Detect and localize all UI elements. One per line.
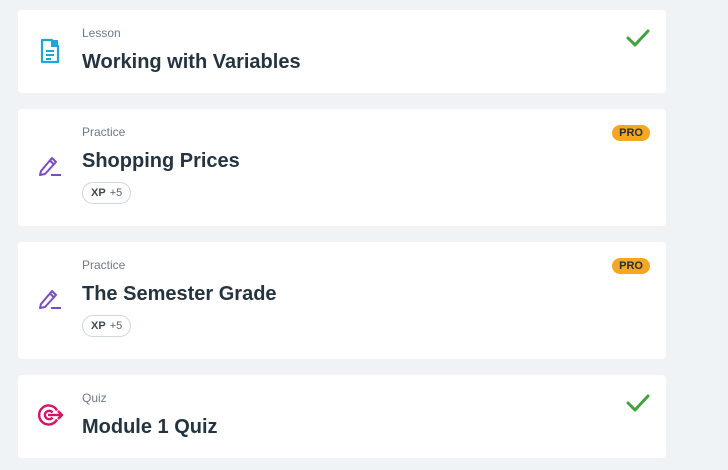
xp-value: +5 <box>109 320 123 332</box>
checkmark-icon <box>626 394 650 412</box>
xp-value: +5 <box>109 187 123 199</box>
practice-card[interactable]: Practice Shopping Prices XP +5 PRO <box>18 109 666 226</box>
pro-badge: PRO <box>612 125 650 141</box>
item-title: Shopping Prices <box>82 150 240 172</box>
item-title: Working with Variables <box>82 51 301 73</box>
practice-card[interactable]: Practice The Semester Grade XP +5 PRO <box>18 242 666 359</box>
xp-chip: XP +5 <box>82 315 132 337</box>
item-type-label: Lesson <box>82 26 121 40</box>
xp-chip: XP +5 <box>82 182 132 204</box>
pencil-icon <box>36 152 64 180</box>
xp-label: XP <box>91 187 106 199</box>
target-icon <box>36 401 64 429</box>
quiz-card[interactable]: Quiz Module 1 Quiz <box>18 375 666 458</box>
item-title: Module 1 Quiz <box>82 416 218 438</box>
xp-label: XP <box>91 320 106 332</box>
document-icon <box>36 37 64 65</box>
lesson-card[interactable]: Lesson Working with Variables <box>18 10 666 93</box>
item-type-label: Practice <box>82 258 126 272</box>
pencil-icon <box>36 285 64 313</box>
item-type-label: Quiz <box>82 391 107 405</box>
item-title: The Semester Grade <box>82 283 277 305</box>
module-item-list: Lesson Working with Variables Practice S… <box>18 10 666 458</box>
checkmark-icon <box>626 29 650 47</box>
item-type-label: Practice <box>82 125 126 139</box>
pro-badge: PRO <box>612 258 650 274</box>
